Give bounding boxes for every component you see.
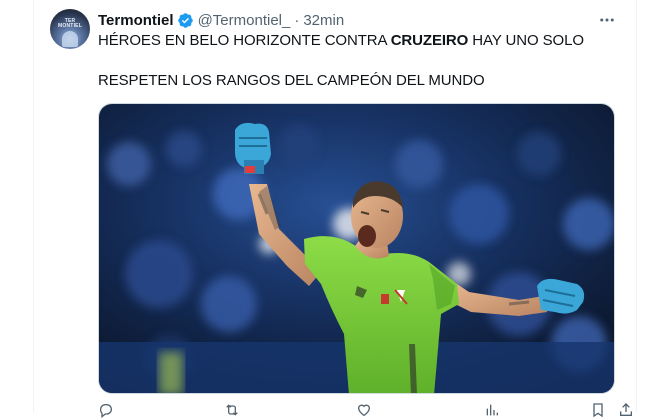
heart-icon [357, 404, 371, 417]
avatar-figure [62, 31, 78, 47]
tweet-text-part: HAY UNO SOLO [468, 32, 584, 49]
tweet-photo[interactable] [98, 103, 615, 394]
separator-dot: · [294, 11, 300, 29]
tweet[interactable]: TER MONTIEL Termontiel @Termontiel_ · 32… [34, 0, 636, 418]
views-icon [486, 404, 498, 416]
tweet-text-line-1: HÉROES EN BELO HORIZONTE CONTRA CRUZEIRO… [98, 32, 584, 49]
tweet-actions [98, 402, 632, 418]
more-options-icon[interactable] [596, 9, 618, 31]
share-icon [620, 403, 632, 416]
timeline-right-border [636, 0, 637, 412]
tweet-text-line-2: RESPETEN LOS RANGOS DEL CAMPEÓN DEL MUND… [98, 72, 485, 89]
views-button[interactable] [484, 402, 500, 418]
like-button[interactable] [356, 402, 372, 418]
tweet-text-bold: CRUZEIRO [390, 32, 469, 49]
author-handle[interactable]: @Termontiel_ [198, 12, 291, 29]
reply-button[interactable] [98, 402, 114, 418]
author-name[interactable]: Termontiel [98, 12, 174, 29]
bookmark-icon [593, 403, 603, 418]
bookmark-button[interactable] [590, 402, 606, 418]
share-button[interactable] [618, 402, 634, 418]
avatar[interactable]: TER MONTIEL [50, 9, 90, 49]
avatar-logo-text: TER MONTIEL [58, 18, 82, 29]
tweet-text-part: HÉROES EN BELO HORIZONTE CONTRA [98, 32, 391, 49]
timestamp[interactable]: 32min [303, 12, 344, 29]
retweet-icon [226, 404, 238, 416]
retweet-button[interactable] [224, 402, 240, 418]
verified-badge-icon[interactable] [177, 12, 194, 29]
timeline: TER MONTIEL Termontiel @Termontiel_ · 32… [0, 0, 646, 418]
goalkeeper-celebration-photo [99, 104, 614, 393]
reply-icon [99, 404, 112, 418]
tweet-header: Termontiel @Termontiel_ · 32min [98, 10, 344, 30]
